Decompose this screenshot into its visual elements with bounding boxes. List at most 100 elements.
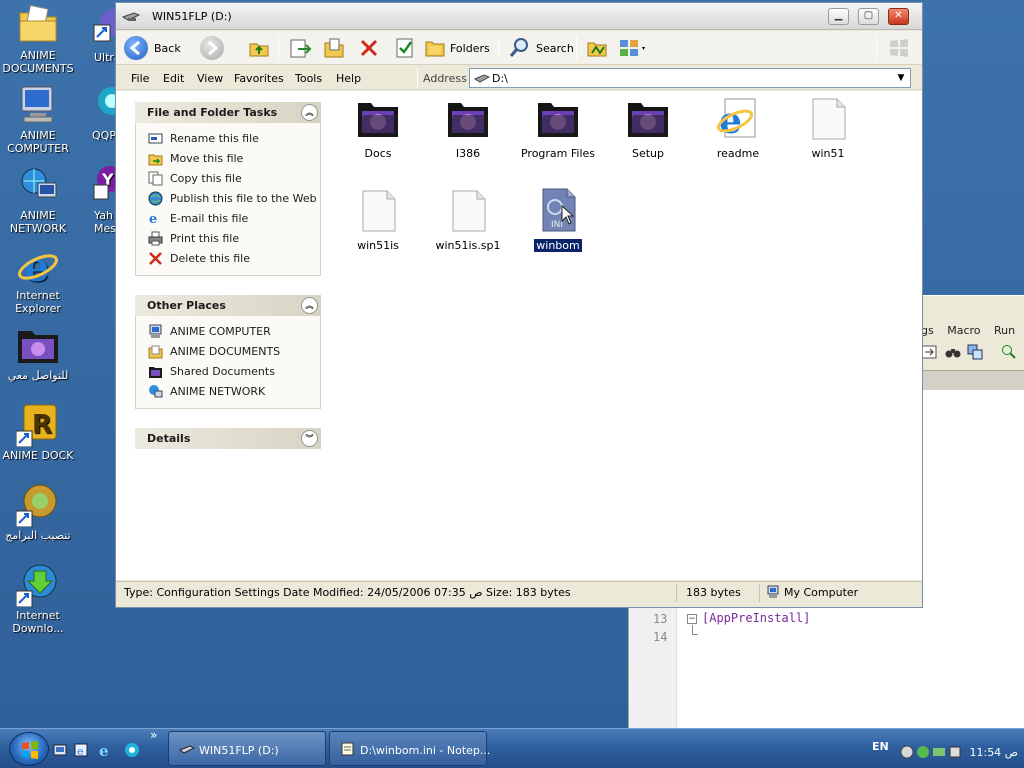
desktop-icon-anime-computer[interactable]: ANIME COMPUTER (0, 83, 76, 155)
task-rename-file[interactable]: Rename this file (136, 129, 320, 149)
desktop-icon-internet-download[interactable]: Internet Downlo... (0, 563, 76, 635)
forward-arrow-icon (200, 36, 224, 60)
expand-chevron-icon[interactable]: ︾ (301, 430, 318, 447)
desktop-icon-install-programs[interactable]: تنصيب البرامج (0, 483, 76, 542)
explorer-window[interactable]: WIN51FLP (D:) ▁ ▢ ✕ Back Folders Search … (115, 2, 923, 608)
internet-explorer-icon[interactable]: e (98, 742, 114, 760)
file-label: win51is.sp1 (435, 239, 501, 252)
copy-to-button[interactable] (322, 34, 346, 62)
place-anime-network[interactable]: ANIME NETWORK (136, 382, 320, 402)
desktop-icon-internet-explorer[interactable]: e Internet Explorer (0, 243, 76, 315)
taskbar-button-explorer[interactable]: WIN51FLP (D:) (168, 731, 326, 766)
file-item-file[interactable]: win51is (333, 187, 423, 252)
task-delete-file[interactable]: Delete this file (136, 249, 320, 269)
properties-button[interactable] (394, 34, 416, 62)
quick-launch-app-icon[interactable]: e (73, 742, 89, 758)
menu-favorites[interactable]: Favorites (234, 72, 284, 85)
search-button[interactable]: Search (508, 34, 574, 62)
back-button[interactable]: Back (124, 34, 181, 62)
close-button[interactable]: ✕ (888, 8, 909, 25)
file-item-file[interactable]: win51 (783, 95, 873, 160)
title-bar[interactable]: WIN51FLP (D:) ▁ ▢ ✕ (116, 3, 922, 30)
file-item-folder[interactable]: Docs (333, 95, 423, 160)
up-folder-button[interactable] (248, 34, 270, 62)
standard-toolbar: Back Folders Search (116, 31, 922, 65)
task-print-file[interactable]: Print this file (136, 229, 320, 249)
menu-file[interactable]: File (131, 72, 149, 85)
menu-view[interactable]: View (197, 72, 223, 85)
start-button[interactable] (9, 732, 49, 766)
status-divider (676, 584, 677, 602)
quick-launch-overflow[interactable]: » (150, 728, 157, 742)
details-header[interactable]: Details ︾ (135, 428, 321, 449)
language-indicator[interactable]: EN (872, 740, 889, 753)
zoom-icon[interactable] (1001, 344, 1017, 360)
tray-icon[interactable] (932, 745, 946, 759)
forward-button[interactable] (200, 34, 224, 62)
file-item-folder[interactable]: I386 (423, 95, 513, 160)
place-anime-documents[interactable]: ANIME DOCUMENTS (136, 342, 320, 362)
maximize-button[interactable]: ▢ (858, 8, 879, 25)
desktop-icon-anime-documents[interactable]: ANIME DOCUMENTS (0, 3, 76, 75)
file-folder-tasks-header[interactable]: File and Folder Tasks ︽ (135, 102, 321, 123)
properties-check-icon (396, 38, 413, 58)
views-button[interactable] (618, 34, 648, 62)
clock[interactable]: 11:54 ص (969, 746, 1018, 759)
replace-icon[interactable] (967, 344, 983, 360)
move-to-button[interactable] (288, 34, 312, 62)
other-places-header[interactable]: Other Places ︽ (135, 295, 321, 316)
file-item-folder[interactable]: Program Files (513, 95, 603, 160)
toolbar-separator (876, 36, 877, 60)
collapse-chevron-icon[interactable]: ︽ (301, 297, 318, 314)
status-size: 183 bytes (686, 586, 741, 599)
place-shared-documents[interactable]: Shared Documents (136, 362, 320, 382)
dark-folder-icon (625, 95, 671, 141)
move-to-icon (290, 39, 312, 58)
taskbar-button-notepad[interactable]: D:\winbom.ini - Notep... (329, 731, 490, 766)
address-dropdown-icon[interactable]: ▼ (893, 70, 909, 86)
task-label: Copy this file (170, 172, 242, 185)
task-publish-web[interactable]: Publish this file to the Web (136, 189, 320, 209)
file-item-file[interactable]: win51is.sp1 (423, 187, 513, 252)
background-editor-text-area[interactable]: 13 14 − [AppPreInstall] (628, 607, 1024, 728)
menu-item-macro[interactable]: Macro (947, 324, 980, 337)
task-email-file[interactable]: e E-mail this file (136, 209, 320, 229)
notepad-icon (340, 742, 356, 756)
delete-button[interactable] (358, 34, 380, 62)
sync-button[interactable] (586, 34, 608, 62)
media-player-icon[interactable] (124, 742, 140, 758)
tray-icon[interactable] (916, 745, 930, 759)
minimize-button[interactable]: ▁ (828, 8, 849, 25)
fold-toggle-icon[interactable]: − (687, 614, 697, 624)
collapse-chevron-icon[interactable]: ︽ (301, 104, 318, 121)
move-icon (148, 151, 163, 166)
binoculars-icon[interactable] (945, 344, 961, 360)
rename-icon (148, 131, 163, 146)
desktop-icon-anime-dock[interactable]: R ANIME DOCK (0, 403, 76, 462)
address-input[interactable]: D:\ (492, 72, 508, 85)
indent-icon[interactable] (921, 344, 937, 360)
address-bar[interactable]: D:\ ▼ (469, 68, 911, 88)
desktop-icon-anime-network[interactable]: ANIME NETWORK (0, 163, 76, 235)
task-move-file[interactable]: Move this file (136, 149, 320, 169)
back-label: Back (154, 41, 181, 55)
background-editor-window[interactable]: gs Macro Run Pl (921, 295, 1024, 391)
file-label: win51 (811, 147, 845, 160)
file-item-html[interactable]: e readme (693, 95, 783, 160)
place-anime-computer[interactable]: ANIME COMPUTER (136, 322, 320, 342)
task-copy-file[interactable]: Copy this file (136, 169, 320, 189)
file-item-folder[interactable]: Setup (603, 95, 693, 160)
tray-icon[interactable] (948, 745, 962, 759)
show-desktop-icon[interactable] (52, 742, 68, 758)
menu-item-run[interactable]: Run (994, 324, 1015, 337)
menu-edit[interactable]: Edit (163, 72, 184, 85)
file-item-ini-selected[interactable]: INI winbom (513, 187, 603, 252)
folders-button[interactable]: Folders (424, 34, 490, 62)
desktop-icon-contact[interactable]: للتواصل معي (0, 323, 76, 382)
file-label: Setup (631, 147, 665, 160)
menu-tools[interactable]: Tools (295, 72, 322, 85)
window-title: WIN51FLP (D:) (152, 10, 232, 23)
toolbar-separator (278, 36, 279, 60)
menu-help[interactable]: Help (336, 72, 361, 85)
tray-icon[interactable] (900, 745, 914, 759)
